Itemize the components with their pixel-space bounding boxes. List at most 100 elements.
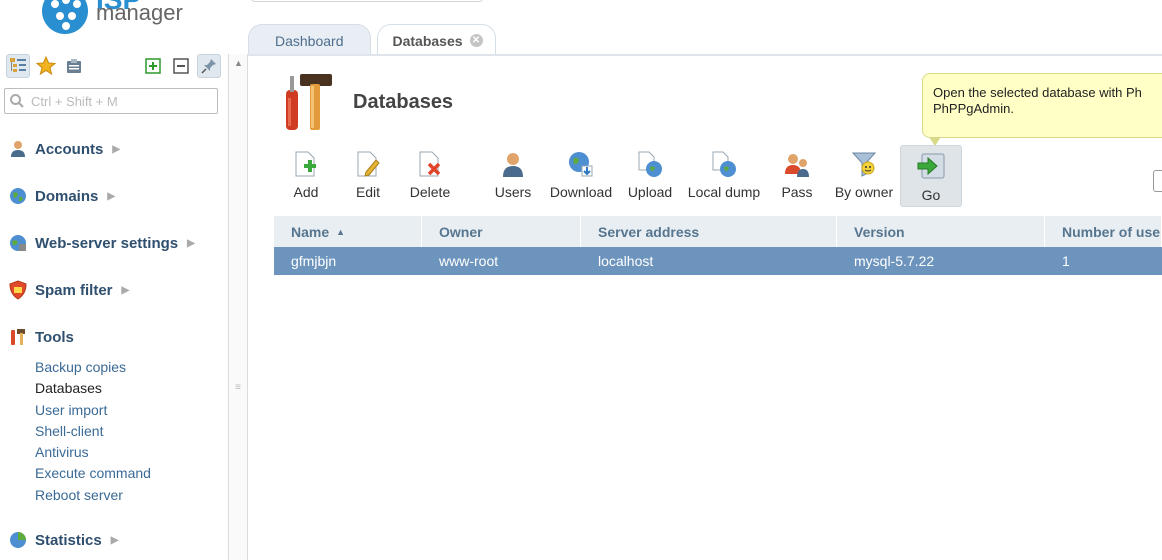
edit-database-icon [357, 151, 380, 177]
column-header-owner[interactable]: Owner [422, 216, 581, 247]
cell-version: mysql-5.7.22 [854, 253, 935, 269]
nav-tools[interactable]: Tools [8, 325, 74, 349]
nav-accounts[interactable]: Accounts ▶ [8, 137, 120, 161]
edit-button-label: Edit [355, 184, 381, 200]
go-button-label: Go [921, 187, 941, 203]
favorites-star-icon[interactable] [34, 54, 58, 78]
add-database-icon [295, 151, 316, 177]
tooltip-text-line2: PhPPgAdmin. [933, 101, 1014, 116]
cell-server-address: localhost [598, 253, 654, 269]
logo-mark-icon [42, 0, 88, 34]
users-icon [503, 153, 523, 177]
scroll-up-icon[interactable]: ▲ [234, 58, 243, 68]
upload-button[interactable]: Upload [626, 145, 674, 207]
collapse-all-icon[interactable] [169, 54, 193, 78]
tools-icon [11, 329, 25, 345]
add-button[interactable]: Add [288, 145, 324, 207]
domains-icon [10, 188, 26, 204]
column-header-label: Name [291, 223, 330, 240]
submenu-reboot-server[interactable]: Reboot server [35, 485, 151, 506]
nav-domains-label: Domains [35, 187, 99, 205]
nav-spam-filter-label: Spam filter [35, 281, 113, 299]
tab-databases[interactable]: Databases ✕ [376, 24, 496, 56]
pass-icon [785, 154, 809, 177]
toolbar-overflow-icon[interactable] [1153, 170, 1162, 192]
menu-search[interactable] [4, 88, 218, 114]
submenu-shell-client[interactable]: Shell-client [35, 421, 151, 442]
tools-page-icon [286, 74, 332, 130]
local-dump-button[interactable]: Local dump [686, 145, 762, 207]
tree-view-icon[interactable] [6, 54, 30, 78]
column-header-server-address[interactable]: Server address [581, 216, 837, 247]
tab-bar: Dashboard Databases ✕ [248, 24, 496, 56]
pass-button[interactable]: Pass [778, 145, 816, 207]
submenu-execute-command[interactable]: Execute command [35, 463, 151, 484]
cell-owner: www-root [439, 253, 499, 269]
edit-button[interactable]: Edit [350, 145, 386, 207]
upload-button-label: Upload [627, 184, 673, 200]
search-input[interactable] [29, 92, 209, 110]
download-button-label: Download [549, 184, 613, 200]
tooltip-text-line1: Open the selected database with Ph [933, 85, 1142, 100]
nav-domains[interactable]: Domains ▶ [8, 184, 115, 208]
by-owner-button-label: By owner [834, 184, 894, 200]
delete-button-label: Delete [409, 184, 451, 200]
statistics-icon [10, 532, 26, 548]
go-arrow-icon [917, 153, 945, 179]
expand-all-icon[interactable] [141, 54, 165, 78]
column-header-name[interactable]: Name ▲ [274, 216, 422, 247]
search-icon [10, 94, 24, 108]
chevron-right-icon: ▶ [112, 143, 121, 155]
column-header-number-of-users[interactable]: Number of use [1045, 216, 1162, 247]
chevron-right-icon: ▶ [110, 534, 119, 546]
local-dump-button-label: Local dump [687, 184, 761, 200]
close-icon[interactable]: ✕ [469, 34, 483, 47]
logo-text-bottom: manager [96, 0, 183, 25]
tab-dashboard[interactable]: Dashboard [248, 24, 371, 56]
filter-by-owner-icon [851, 152, 877, 177]
cell-name: gfmjbjn [291, 253, 337, 269]
tools-submenu: Backup copies Databases User import Shel… [35, 357, 151, 506]
table-row[interactable]: gfmjbjn www-root localhost mysql-5.7.22 … [274, 247, 1162, 275]
spam-filter-icon [9, 280, 27, 300]
nav-statistics-label: Statistics [35, 531, 102, 549]
delete-button[interactable]: Delete [406, 145, 454, 207]
sort-ascending-icon: ▲ [336, 226, 346, 237]
chevron-right-icon: ▶ [107, 190, 116, 202]
accounts-icon [11, 141, 25, 157]
chevron-right-icon: ▶ [187, 237, 195, 249]
sidebar-view-tools [6, 54, 86, 78]
pin-icon[interactable] [197, 54, 221, 78]
delete-database-icon [419, 151, 441, 177]
chevron-right-icon: ▶ [121, 284, 130, 296]
download-button[interactable]: Download [548, 145, 614, 207]
databases-table: Name ▲ Owner Server address Version Numb… [274, 216, 1162, 275]
download-icon [569, 152, 593, 177]
nav-tools-label: Tools [35, 328, 74, 346]
submenu-user-import[interactable]: User import [35, 400, 151, 421]
submenu-backup-copies[interactable]: Backup copies [35, 357, 151, 378]
nav-accounts-label: Accounts [35, 140, 104, 158]
nav-web-server-settings[interactable]: Web-server settings ▶ [8, 231, 195, 255]
nav-spam-filter[interactable]: Spam filter ▶ [8, 278, 129, 302]
clipboard-icon[interactable] [62, 54, 86, 78]
users-button[interactable]: Users [492, 145, 534, 207]
upload-icon [638, 151, 662, 177]
splitter-grip-icon[interactable]: ≡ [235, 382, 241, 393]
sidebar-tree-tools [141, 54, 221, 78]
top-search-bar[interactable] [250, 0, 484, 2]
nav-web-server-label: Web-server settings [35, 234, 179, 252]
sidebar-splitter[interactable]: ▲ ≡ [228, 54, 248, 560]
submenu-databases[interactable]: Databases [35, 378, 151, 399]
sidebar: ISP manager Accounts ▶ Dom [0, 0, 228, 560]
isp-manager-logo[interactable]: ISP manager [40, 0, 190, 38]
nav-statistics[interactable]: Statistics ▶ [8, 528, 118, 552]
users-button-label: Users [494, 184, 532, 200]
go-button[interactable]: Go [900, 145, 962, 207]
submenu-antivirus[interactable]: Antivirus [35, 442, 151, 463]
table-header: Name ▲ Owner Server address Version Numb… [274, 216, 1162, 247]
tooltip-go: Open the selected database with Ph PhPPg… [922, 73, 1162, 146]
by-owner-button[interactable]: By owner [834, 145, 894, 207]
add-button-label: Add [293, 184, 319, 200]
column-header-version[interactable]: Version [837, 216, 1045, 247]
